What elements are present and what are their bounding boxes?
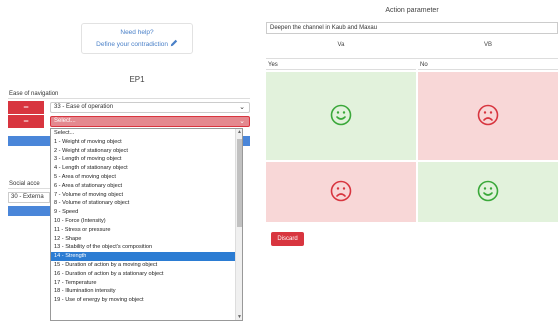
define-contradiction-label: Define your contradiction xyxy=(96,41,169,48)
dropdown-option[interactable]: 19 - Use of energy by moving object xyxy=(51,296,242,305)
parameter-dropdown-list[interactable]: Select... 1 - Weight of moving object 2 - … xyxy=(50,128,243,321)
chevron-down-icon: ⌄ xyxy=(239,104,245,111)
dropdown-scrollbar[interactable]: ▲ ▼ xyxy=(235,129,242,320)
dropdown-option[interactable]: 15 - Duration of action by a moving obje… xyxy=(51,261,242,270)
chevron-down-icon: ⌄ xyxy=(239,118,245,125)
grid-cell[interactable] xyxy=(418,162,558,222)
dropdown-items: Select... 1 - Weight of moving object 2 - … xyxy=(51,129,242,305)
dropdown-option[interactable]: 6 - Area of stationary object xyxy=(51,182,242,191)
parameter-select[interactable]: 33 - Ease of operation ⌄ xyxy=(50,102,250,113)
column-header-vb: VB xyxy=(483,42,492,48)
define-contradiction-link[interactable]: Define your contradiction xyxy=(82,39,192,48)
parameter-select-value: Select... xyxy=(54,118,76,124)
action-parameter-title: Action parameter xyxy=(385,7,439,14)
parameter-select[interactable]: 30 - Externa xyxy=(8,192,50,203)
parameter-row-2: − Select... ⌄ xyxy=(8,115,250,128)
evaluation-grid: Yes No xyxy=(266,58,558,222)
parameter-select-open[interactable]: Select... ⌄ xyxy=(50,116,250,127)
dropdown-option[interactable]: 2 - Weight of stationary object xyxy=(51,147,242,156)
need-help-text: Need help? xyxy=(120,29,154,36)
section-label-ease-of-navigation: Ease of navigation xyxy=(8,90,250,99)
remove-row-button[interactable]: − xyxy=(8,115,44,128)
parameter-select-value: 33 - Ease of operation xyxy=(54,104,114,110)
column-header-va: Va xyxy=(337,42,345,48)
dropdown-option[interactable]: 1 - Weight of moving object xyxy=(51,138,242,147)
dropdown-option[interactable]: 14 - Strength xyxy=(51,252,242,261)
help-box[interactable]: Need help? Define your contradiction xyxy=(81,23,193,54)
add-row-button[interactable] xyxy=(8,206,50,216)
dropdown-option[interactable]: 7 - Volume of moving object xyxy=(51,191,242,200)
ep-title: EP1 xyxy=(129,75,145,84)
scrollbar-thumb[interactable] xyxy=(237,139,242,227)
dropdown-option[interactable]: 9 - Speed xyxy=(51,208,242,217)
sad-face-icon xyxy=(330,180,352,204)
dropdown-option[interactable]: 17 - Temperature xyxy=(51,279,242,288)
dropdown-option[interactable]: 8 - Volume of stationary object xyxy=(51,199,242,208)
remove-row-button[interactable]: − xyxy=(8,101,44,114)
sad-face-icon xyxy=(477,104,499,128)
dropdown-option[interactable]: 13 - Stability of the object's compositi… xyxy=(51,243,242,252)
dropdown-option[interactable]: 3 - Length of moving object xyxy=(51,155,242,164)
pencil-icon xyxy=(170,39,178,47)
grid-cell[interactable] xyxy=(266,72,416,160)
section-label-social: Social acce xyxy=(8,180,50,189)
row-label-no: No xyxy=(418,60,558,70)
grid-cell[interactable] xyxy=(266,162,416,222)
happy-face-icon xyxy=(330,104,352,128)
dropdown-option[interactable]: Select... xyxy=(51,129,242,138)
dropdown-option[interactable]: 12 - Shape xyxy=(51,235,242,244)
dropdown-option[interactable]: 11 - Stress or pressure xyxy=(51,226,242,235)
discard-button[interactable]: Discard xyxy=(271,232,304,246)
parameter-select-value: 30 - Externa xyxy=(11,194,44,200)
dropdown-option[interactable]: 18 - Illumination intensity xyxy=(51,287,242,296)
scroll-up-icon[interactable]: ▲ xyxy=(236,129,242,135)
happy-face-icon xyxy=(477,180,499,204)
parameter-row-1: − 33 - Ease of operation ⌄ xyxy=(8,101,250,114)
dropdown-option[interactable]: 10 - Force (Intensity) xyxy=(51,217,242,226)
dropdown-option[interactable]: 5 - Area of moving object xyxy=(51,173,242,182)
grid-cell[interactable] xyxy=(418,72,558,160)
row-label-yes: Yes xyxy=(266,60,416,70)
dropdown-option[interactable]: 4 - Length of stationary object xyxy=(51,164,242,173)
action-parameter-input[interactable]: Deepen the channel in Kaub and Maxau xyxy=(266,22,558,34)
dropdown-option[interactable]: 16 - Duration of action by a stationary … xyxy=(51,270,242,279)
scroll-down-icon[interactable]: ▼ xyxy=(236,314,242,320)
